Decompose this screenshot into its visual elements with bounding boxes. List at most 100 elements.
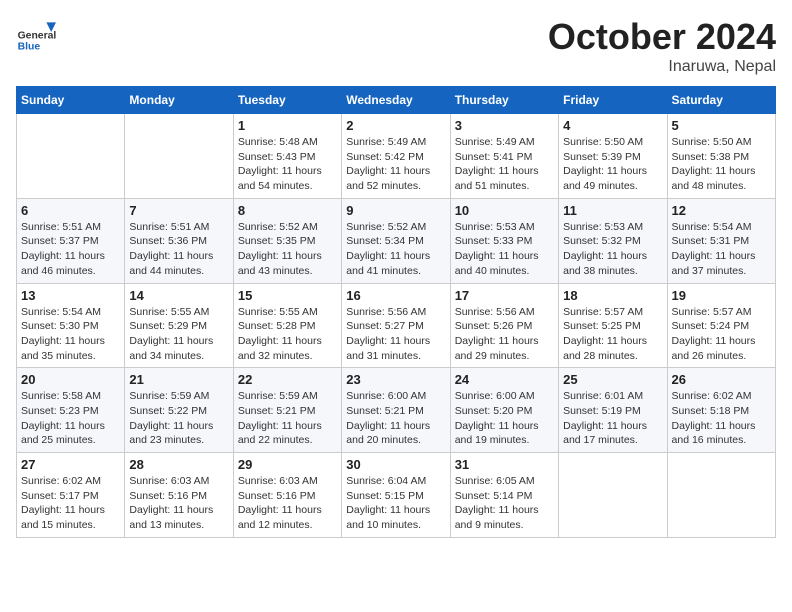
day-detail: Sunrise: 5:57 AM Sunset: 5:25 PM Dayligh… [563,305,662,364]
location: Inaruwa, Nepal [548,58,776,76]
table-row: 21 Sunrise: 5:59 AM Sunset: 5:22 PM Dayli… [125,368,233,453]
day-detail: Sunrise: 5:52 AM Sunset: 5:35 PM Dayligh… [238,220,337,279]
table-row: 17Sunrise: 5:56 AM Sunset: 5:26 PM Dayli… [450,283,558,368]
day-detail: Sunrise: 5:53 AM Sunset: 5:33 PM Dayligh… [455,220,554,279]
day-detail: Sunrise: 6:04 AM Sunset: 5:15 PM Dayligh… [346,474,445,533]
day-detail: Sunrise: 5:56 AM Sunset: 5:27 PM Dayligh… [346,305,445,364]
col-tuesday: Tuesday [233,87,341,114]
day-number: 2 [346,118,445,133]
day-detail: Sunrise: 5:50 AM Sunset: 5:39 PM Dayligh… [563,135,662,194]
day-number: 19 [672,288,771,303]
table-row: 6 Sunrise: 5:51 AM Sunset: 5:37 PM Daylig… [17,198,125,283]
day-number: 7 [129,203,228,218]
day-number: 8 [238,203,337,218]
day-number: 25 [563,372,662,387]
table-row: 13 Sunrise: 5:54 AM Sunset: 5:30 PM Dayli… [17,283,125,368]
table-row: 5 Sunrise: 5:50 AM Sunset: 5:38 PM Daylig… [667,114,775,199]
day-number: 10 [455,203,554,218]
day-detail: Sunrise: 5:50 AM Sunset: 5:38 PM Dayligh… [672,135,771,194]
table-row: 23 Sunrise: 6:00 AM Sunset: 5:21 PM Dayli… [342,368,450,453]
day-detail: Sunrise: 6:02 AM Sunset: 5:17 PM Dayligh… [21,474,120,533]
col-sunday: Sunday [17,87,125,114]
table-row: 1 Sunrise: 5:48 AM Sunset: 5:43 PM Daylig… [233,114,341,199]
table-row: 31Sunrise: 6:05 AM Sunset: 5:14 PM Dayli… [450,453,558,538]
calendar-week-row: 1 Sunrise: 5:48 AM Sunset: 5:43 PM Daylig… [17,114,776,199]
day-detail: Sunrise: 6:01 AM Sunset: 5:19 PM Dayligh… [563,389,662,448]
day-number: 28 [129,457,228,472]
day-number: 16 [346,288,445,303]
table-row: 4Sunrise: 5:50 AM Sunset: 5:39 PM Daylig… [559,114,667,199]
table-row: 24 Sunrise: 6:00 AM Sunset: 5:20 PM Dayli… [450,368,558,453]
table-row: 10 Sunrise: 5:53 AM Sunset: 5:33 PM Dayli… [450,198,558,283]
table-row [125,114,233,199]
calendar-table: Sunday Monday Tuesday Wednesday Thursday… [16,86,776,538]
day-detail: Sunrise: 6:00 AM Sunset: 5:21 PM Dayligh… [346,389,445,448]
day-number: 5 [672,118,771,133]
table-row: 30 Sunrise: 6:04 AM Sunset: 5:15 PM Dayli… [342,453,450,538]
day-detail: Sunrise: 5:59 AM Sunset: 5:22 PM Dayligh… [129,389,228,448]
day-number: 13 [21,288,120,303]
table-row: 14 Sunrise: 5:55 AM Sunset: 5:29 PM Dayli… [125,283,233,368]
table-row: 3Sunrise: 5:49 AM Sunset: 5:41 PM Daylig… [450,114,558,199]
day-detail: Sunrise: 5:51 AM Sunset: 5:37 PM Dayligh… [21,220,120,279]
title-block: October 2024 Inaruwa, Nepal [548,16,776,76]
day-number: 20 [21,372,120,387]
day-number: 9 [346,203,445,218]
day-number: 14 [129,288,228,303]
month-title: October 2024 [548,16,776,58]
day-detail: Sunrise: 5:58 AM Sunset: 5:23 PM Dayligh… [21,389,120,448]
day-detail: Sunrise: 6:03 AM Sunset: 5:16 PM Dayligh… [238,474,337,533]
table-row: 18Sunrise: 5:57 AM Sunset: 5:25 PM Dayli… [559,283,667,368]
table-row: 15 Sunrise: 5:55 AM Sunset: 5:28 PM Dayli… [233,283,341,368]
day-number: 21 [129,372,228,387]
table-row: 29 Sunrise: 6:03 AM Sunset: 5:16 PM Dayli… [233,453,341,538]
day-detail: Sunrise: 5:57 AM Sunset: 5:24 PM Dayligh… [672,305,771,364]
table-row: 16 Sunrise: 5:56 AM Sunset: 5:27 PM Dayli… [342,283,450,368]
day-detail: Sunrise: 5:51 AM Sunset: 5:36 PM Dayligh… [129,220,228,279]
table-row: 26 Sunrise: 6:02 AM Sunset: 5:18 PM Dayli… [667,368,775,453]
col-thursday: Thursday [450,87,558,114]
table-row [559,453,667,538]
calendar-week-row: 27 Sunrise: 6:02 AM Sunset: 5:17 PM Dayli… [17,453,776,538]
table-row: 8 Sunrise: 5:52 AM Sunset: 5:35 PM Daylig… [233,198,341,283]
logo: General Blue [16,16,60,56]
day-detail: Sunrise: 5:49 AM Sunset: 5:42 PM Dayligh… [346,135,445,194]
day-detail: Sunrise: 5:53 AM Sunset: 5:32 PM Dayligh… [563,220,662,279]
day-detail: Sunrise: 6:00 AM Sunset: 5:20 PM Dayligh… [455,389,554,448]
day-number: 27 [21,457,120,472]
page-header: General Blue October 2024 Inaruwa, Nepal [16,16,776,76]
day-detail: Sunrise: 5:55 AM Sunset: 5:29 PM Dayligh… [129,305,228,364]
table-row: 11 Sunrise: 5:53 AM Sunset: 5:32 PM Dayli… [559,198,667,283]
calendar-week-row: 20 Sunrise: 5:58 AM Sunset: 5:23 PM Dayli… [17,368,776,453]
day-number: 22 [238,372,337,387]
day-detail: Sunrise: 5:59 AM Sunset: 5:21 PM Dayligh… [238,389,337,448]
day-detail: Sunrise: 6:02 AM Sunset: 5:18 PM Dayligh… [672,389,771,448]
day-number: 1 [238,118,337,133]
table-row: 20 Sunrise: 5:58 AM Sunset: 5:23 PM Dayli… [17,368,125,453]
day-number: 24 [455,372,554,387]
table-row: 25 Sunrise: 6:01 AM Sunset: 5:19 PM Dayli… [559,368,667,453]
col-monday: Monday [125,87,233,114]
calendar-week-row: 6 Sunrise: 5:51 AM Sunset: 5:37 PM Daylig… [17,198,776,283]
calendar-header-row: Sunday Monday Tuesday Wednesday Thursday… [17,87,776,114]
day-number: 29 [238,457,337,472]
day-detail: Sunrise: 5:56 AM Sunset: 5:26 PM Dayligh… [455,305,554,364]
day-detail: Sunrise: 5:52 AM Sunset: 5:34 PM Dayligh… [346,220,445,279]
table-row [667,453,775,538]
logo-icon: General Blue [16,16,56,56]
day-detail: Sunrise: 5:54 AM Sunset: 5:30 PM Dayligh… [21,305,120,364]
table-row [17,114,125,199]
col-saturday: Saturday [667,87,775,114]
col-friday: Friday [559,87,667,114]
day-number: 12 [672,203,771,218]
day-detail: Sunrise: 5:55 AM Sunset: 5:28 PM Dayligh… [238,305,337,364]
day-number: 23 [346,372,445,387]
day-detail: Sunrise: 5:54 AM Sunset: 5:31 PM Dayligh… [672,220,771,279]
day-number: 26 [672,372,771,387]
day-detail: Sunrise: 5:48 AM Sunset: 5:43 PM Dayligh… [238,135,337,194]
day-number: 11 [563,203,662,218]
day-number: 30 [346,457,445,472]
day-number: 15 [238,288,337,303]
day-number: 6 [21,203,120,218]
day-detail: Sunrise: 6:05 AM Sunset: 5:14 PM Dayligh… [455,474,554,533]
